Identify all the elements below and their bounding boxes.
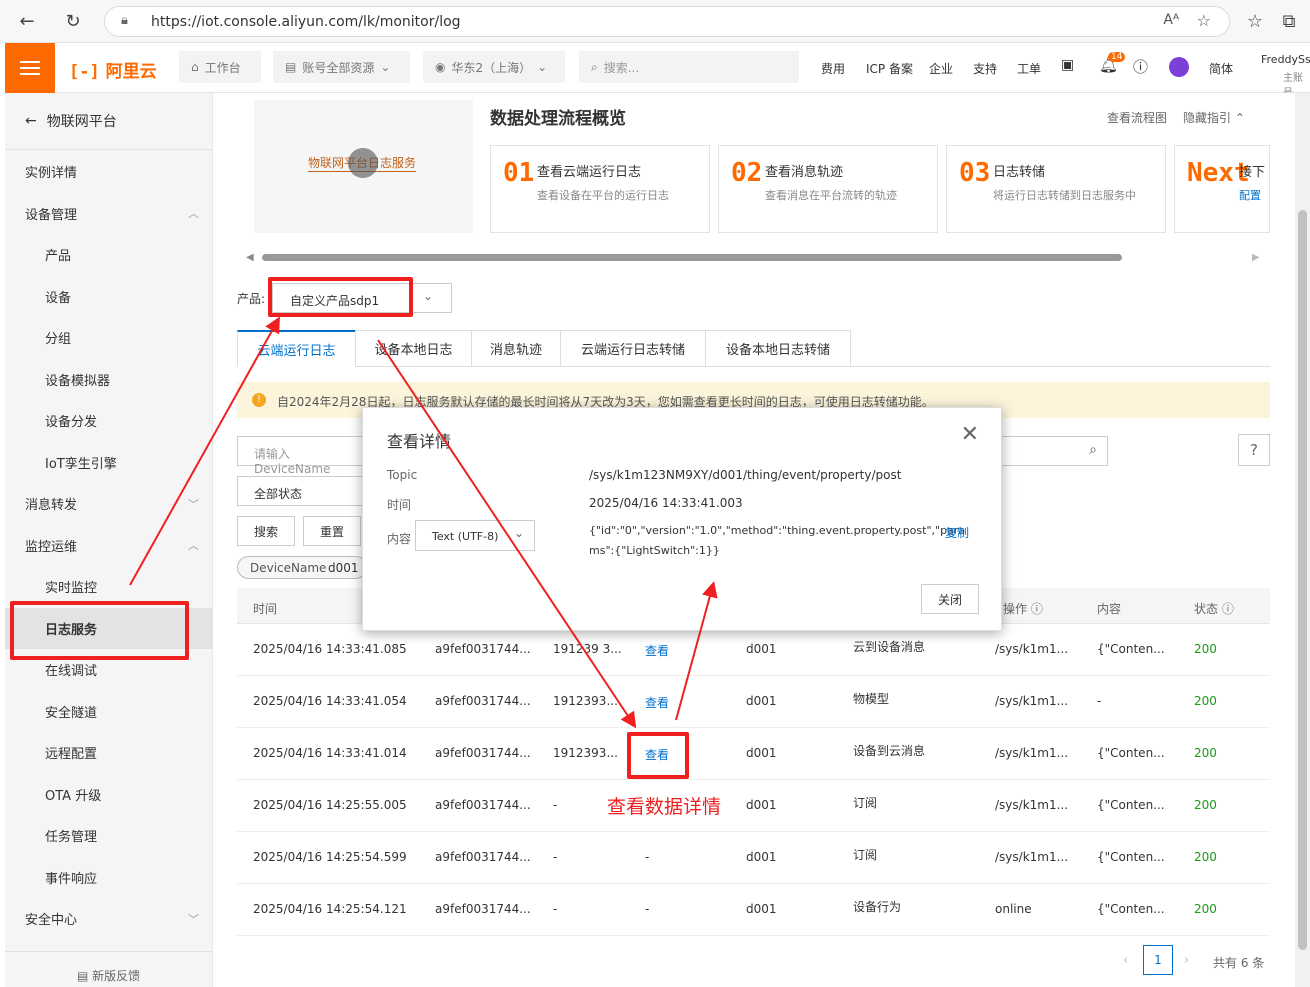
annotation-arrows (129, 316, 718, 729)
arrow-to-view (377, 339, 637, 729)
arrow-to-product (129, 316, 280, 586)
arrow-to-content (675, 581, 718, 721)
